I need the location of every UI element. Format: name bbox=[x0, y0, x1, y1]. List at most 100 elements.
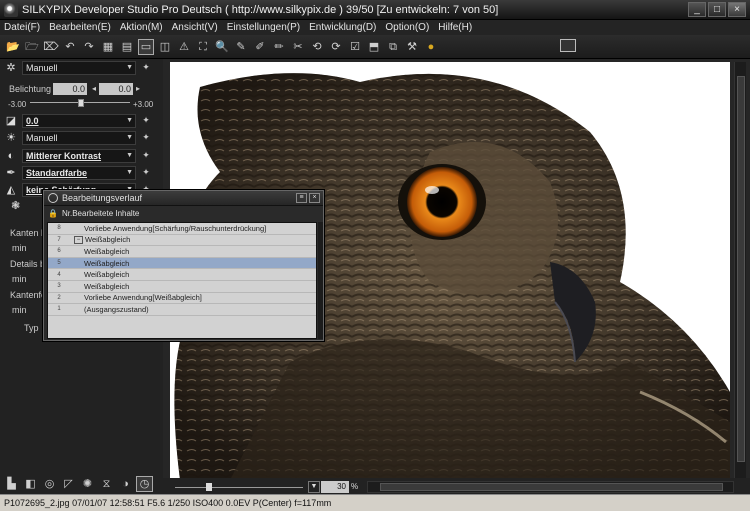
single-view-icon[interactable]: ▭ bbox=[138, 38, 154, 55]
filmstrip-view-icon[interactable]: ▤ bbox=[119, 39, 135, 55]
history-row-number: 1 bbox=[57, 306, 61, 313]
history-row[interactable]: 1 (Ausgangszustand) bbox=[48, 304, 316, 316]
sun-icon: ☀ bbox=[6, 132, 16, 144]
edge-fine-min-label: min bbox=[12, 305, 27, 315]
history-scrollbar[interactable] bbox=[318, 222, 323, 339]
history-row-text: Weißabgleich bbox=[84, 246, 130, 256]
menu-entwicklung[interactable]: Entwicklung(D) bbox=[309, 22, 376, 33]
tone2-select[interactable]: Manuell bbox=[22, 130, 136, 145]
compare-view-icon[interactable]: ◫ bbox=[157, 39, 173, 55]
history-toggle-icon[interactable]: ◷ bbox=[136, 476, 153, 492]
history-row-number: 5 bbox=[57, 260, 61, 267]
redo-icon[interactable]: ↷ bbox=[81, 39, 97, 55]
menu-bearbeiten[interactable]: Bearbeiten(E) bbox=[49, 22, 111, 33]
curve-icon[interactable]: ◸ bbox=[60, 476, 77, 492]
batch-develop-icon[interactable]: ⧉ bbox=[385, 39, 401, 55]
tone2-expand-icon[interactable]: ✦ bbox=[140, 132, 152, 143]
tag-icon[interactable]: ⌦ bbox=[43, 39, 59, 55]
warning-icon[interactable]: ⚠ bbox=[176, 39, 192, 55]
color-wheel-icon[interactable]: ✺ bbox=[79, 476, 96, 492]
close-button[interactable]: × bbox=[728, 2, 746, 17]
exposure-row: Belichtung 0.0 ◂ 0.0 ▸ bbox=[0, 80, 163, 97]
zoom-slider-thumb[interactable] bbox=[206, 483, 212, 491]
menu-datei[interactable]: Datei(F) bbox=[4, 22, 40, 33]
crop-icon[interactable]: ✂ bbox=[290, 39, 306, 55]
history-dialog-controls: ≡ × bbox=[296, 193, 320, 203]
zoom-icon[interactable]: 🔍 bbox=[214, 39, 230, 55]
left-arrow-icon[interactable]: ◂ bbox=[92, 84, 96, 93]
checkmark-icon[interactable]: ☑ bbox=[347, 39, 363, 55]
history-menu-button[interactable]: ≡ bbox=[296, 193, 307, 203]
tone-select[interactable]: 0.0 bbox=[22, 113, 136, 128]
open-folder-icon[interactable]: 📂 bbox=[5, 39, 21, 55]
display-mode-icon[interactable] bbox=[560, 39, 576, 52]
exposure-value2[interactable]: 0.0 bbox=[99, 82, 134, 95]
collapse-icon[interactable]: − bbox=[74, 235, 83, 244]
menu-einstellungen[interactable]: Einstellungen(P) bbox=[227, 22, 300, 33]
contrast-select[interactable]: Mittlerer Kontrast bbox=[22, 148, 136, 163]
history-close-button[interactable]: × bbox=[309, 193, 320, 203]
silkypix-icon[interactable]: ● bbox=[423, 39, 439, 55]
contrast-expand-icon[interactable]: ✦ bbox=[140, 150, 152, 161]
details-label: Details b bbox=[10, 259, 46, 269]
menu-option[interactable]: Option(O) bbox=[385, 22, 429, 33]
undo-icon[interactable]: ↶ bbox=[62, 39, 78, 55]
transform-icon[interactable]: ⧖ bbox=[98, 476, 115, 492]
history-row-selected[interactable]: 5 Weißabgleich bbox=[48, 257, 316, 270]
history-row[interactable]: 2 Vorliebe Anwendung[Weißabgleich] bbox=[48, 293, 316, 305]
exposure-value[interactable]: 0.0 bbox=[53, 82, 88, 95]
tone-expand-icon[interactable]: ✦ bbox=[140, 115, 152, 126]
color-expand-icon[interactable]: ✦ bbox=[140, 167, 152, 178]
menu-aktion[interactable]: Aktion(M) bbox=[120, 22, 163, 33]
menu-hilfe[interactable]: Hilfe(H) bbox=[438, 22, 472, 33]
zoom-value[interactable]: 30 bbox=[321, 481, 349, 493]
vertical-scroll-thumb[interactable] bbox=[737, 76, 745, 462]
exposure-icon: ◪ bbox=[5, 115, 17, 127]
wb-select[interactable]: Manuell bbox=[22, 60, 136, 75]
grid-view-icon[interactable]: ▦ bbox=[100, 39, 116, 55]
gray-dropper-icon[interactable]: ✐ bbox=[252, 39, 268, 55]
vertical-scrollbar[interactable] bbox=[734, 62, 746, 478]
exposure-slider-thumb[interactable] bbox=[78, 99, 84, 107]
gear-icon: ✲ bbox=[6, 62, 16, 74]
zoom-dropdown-button[interactable]: ▼ bbox=[308, 481, 320, 493]
history-row-text: (Ausgangszustand) bbox=[84, 304, 149, 314]
exposure-label: Belichtung bbox=[9, 83, 52, 94]
rotate-right-icon[interactable]: ⟳ bbox=[328, 39, 344, 55]
brush-icon[interactable]: ✏ bbox=[271, 39, 287, 55]
history-row[interactable]: 3 Weißabgleich bbox=[48, 281, 316, 293]
compare-icon[interactable]: ◧ bbox=[22, 476, 39, 492]
tone2-row: ☀ Manuell ✦ bbox=[0, 129, 163, 146]
history-row[interactable]: 4 Weißabgleich bbox=[48, 269, 316, 281]
horizontal-scroll-thumb[interactable] bbox=[380, 483, 723, 491]
history-row-text: Weißabgleich bbox=[85, 235, 131, 245]
history-dialog-title: Bearbeitungsverlauf bbox=[62, 193, 143, 203]
color-row: ✒ Standardfarbe ✦ bbox=[0, 164, 163, 181]
histogram-icon[interactable]: ▙ bbox=[3, 476, 20, 492]
history-row[interactable]: 8 Vorliebe Anwendung[Schärfung/Rauschunt… bbox=[48, 223, 316, 235]
minimize-button[interactable]: _ bbox=[688, 2, 706, 17]
details-min-label: min bbox=[12, 274, 27, 284]
history-row[interactable]: 7 − Weißabgleich bbox=[48, 235, 316, 247]
wb-expand-icon[interactable]: ✦ bbox=[140, 62, 152, 73]
range-min-label: -3.00 bbox=[8, 100, 27, 109]
fullscreen-icon[interactable]: ⛶ bbox=[195, 39, 211, 55]
history-row[interactable]: 6 Weißabgleich bbox=[48, 246, 316, 258]
bottom-toolbar: ▙ ◧ ◎ ◸ ✺ ⧖ ◑ ◷ bbox=[0, 474, 163, 494]
dropper-icon[interactable]: ✎ bbox=[233, 39, 249, 55]
lock-icon[interactable]: 🔒 bbox=[48, 209, 62, 218]
spot-icon[interactable]: ◎ bbox=[41, 476, 58, 492]
horizontal-scrollbar[interactable] bbox=[367, 481, 734, 493]
hammer-icon[interactable]: ⚒ bbox=[404, 39, 420, 55]
lens-icon[interactable]: ◑ bbox=[117, 476, 134, 492]
menu-ansicht[interactable]: Ansicht(V) bbox=[172, 22, 218, 33]
color-select[interactable]: Standardfarbe bbox=[22, 165, 136, 180]
zoom-slider-track[interactable] bbox=[175, 487, 303, 488]
develop-icon[interactable]: ⬒ bbox=[366, 39, 382, 55]
history-dialog-titlebar[interactable]: Bearbeitungsverlauf bbox=[44, 191, 323, 206]
right-arrow-icon[interactable]: ▸ bbox=[136, 84, 140, 93]
history-row-number: 8 bbox=[57, 225, 61, 232]
rotate-left-icon[interactable]: ⟲ bbox=[309, 39, 325, 55]
maximize-button[interactable]: □ bbox=[708, 2, 726, 17]
open-file-icon[interactable]: 🗁 bbox=[24, 39, 40, 55]
